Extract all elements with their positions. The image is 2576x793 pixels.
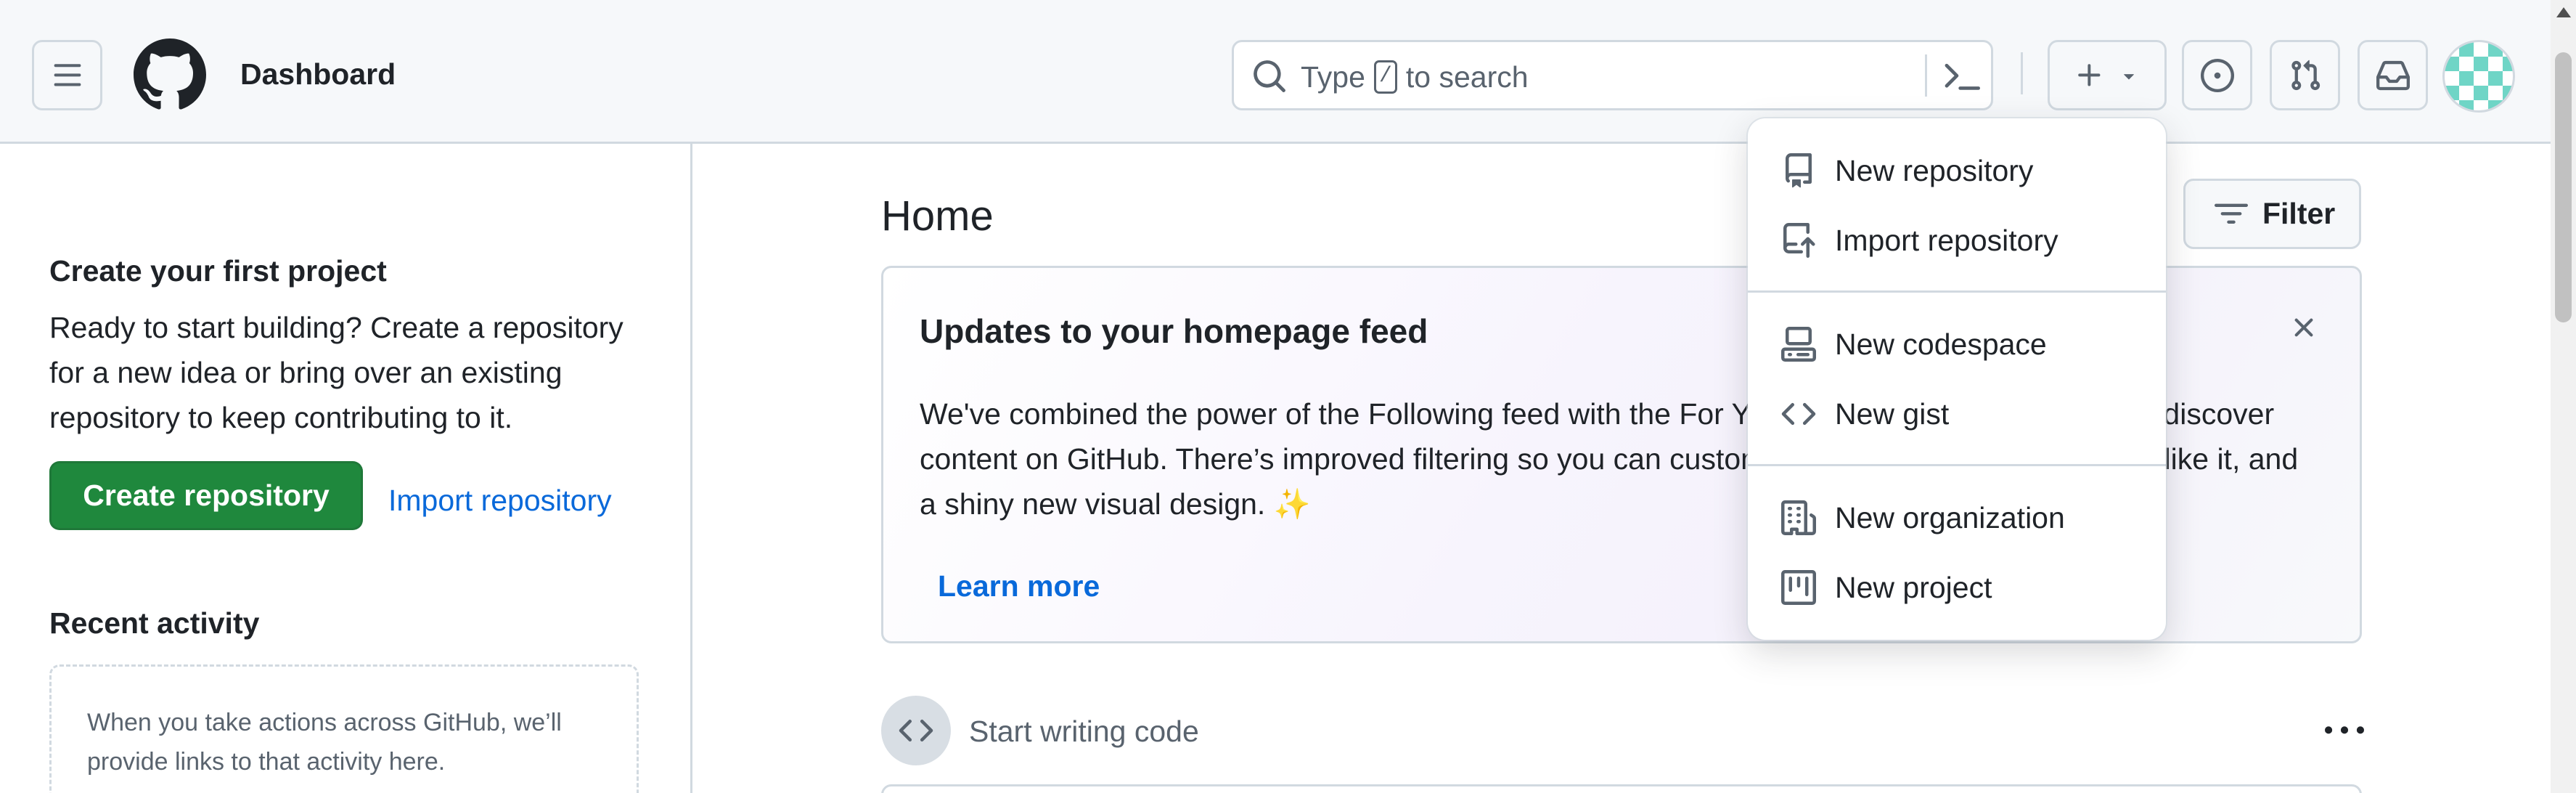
inbox-button[interactable] <box>2358 40 2428 110</box>
create-new-menu: New repository Import repository New cod… <box>1748 118 2166 640</box>
repo-icon <box>1786 153 1812 188</box>
page-scrollbar[interactable] <box>2551 0 2576 793</box>
context-title[interactable]: Dashboard <box>240 57 396 92</box>
menu-item-label: New codespace <box>1835 328 2047 361</box>
start-writing-code-avatar <box>881 696 951 765</box>
plus-icon <box>2078 63 2101 86</box>
create-repository-button[interactable]: Create repository <box>49 461 363 530</box>
menu-item-new-project[interactable]: New project <box>1748 553 2166 622</box>
menu-item-new-repository[interactable]: New repository <box>1748 136 2166 206</box>
codespaces-icon <box>1781 327 1816 362</box>
menu-divider <box>1748 290 2166 293</box>
start-writing-code-label: Start writing code <box>969 715 1199 748</box>
command-palette-icon[interactable] <box>1944 58 1980 94</box>
menu-item-label: New project <box>1835 571 1992 604</box>
recent-activity-box: When you take actions across GitHub, we’… <box>49 664 639 793</box>
organization-icon <box>1781 500 1816 535</box>
scrollbar-thumb[interactable] <box>2555 52 2572 322</box>
menu-item-import-repository[interactable]: Import repository <box>1748 206 2166 275</box>
search-placeholder: Type / to search <box>1301 60 1529 94</box>
project-icon <box>1781 570 1816 605</box>
menu-item-new-gist[interactable]: New gist <box>1748 379 2166 449</box>
issue-opened-icon <box>2200 58 2234 92</box>
create-project-description: Ready to start building? Create a reposi… <box>49 311 623 434</box>
repo-push-icon <box>1783 223 1815 258</box>
search-icon <box>1254 60 1285 92</box>
scroll-up-arrow-icon[interactable] <box>2556 7 2571 17</box>
github-logo-icon[interactable] <box>134 38 206 111</box>
recent-activity-empty-text: When you take actions across GitHub, we’… <box>87 709 562 776</box>
feed-card-title: Updates to your homepage feed <box>920 312 1428 350</box>
menu-item-new-organization[interactable]: New organization <box>1748 483 2166 553</box>
hamburger-icon <box>54 63 81 86</box>
import-repository-link[interactable]: Import repository <box>388 484 612 518</box>
page-title: Home <box>881 192 994 240</box>
issues-button[interactable] <box>2182 40 2252 110</box>
menu-item-new-codespace[interactable]: New codespace <box>1748 309 2166 379</box>
inbox-icon <box>2376 60 2410 90</box>
recent-activity-heading: Recent activity <box>49 606 260 640</box>
search-prefix: Type <box>1301 60 1365 94</box>
menu-item-label: New gist <box>1835 397 1950 431</box>
pull-requests-button[interactable] <box>2270 40 2340 110</box>
create-project-heading: Create your first project <box>49 254 387 288</box>
search-input[interactable]: Type / to search <box>1232 40 1993 110</box>
code-icon <box>899 719 933 742</box>
kebab-horizontal-icon[interactable] <box>2325 712 2364 751</box>
code-icon <box>1781 402 1816 426</box>
filter-label: Filter <box>2262 197 2336 230</box>
triangle-down-icon <box>2124 73 2134 79</box>
filter-icon <box>2215 203 2248 224</box>
menu-item-label: New repository <box>1835 154 2034 187</box>
user-avatar[interactable] <box>2442 40 2515 113</box>
filter-button[interactable]: Filter <box>2183 179 2361 249</box>
global-header: Dashboard Type / to search <box>0 0 2551 144</box>
close-icon[interactable] <box>2288 312 2320 343</box>
search-shortcut-key: / <box>1373 60 1397 94</box>
app-root: Dashboard Type / to search Create your f… <box>0 0 2576 793</box>
create-new-button[interactable] <box>2048 40 2167 110</box>
menu-item-label: New organization <box>1835 501 2065 534</box>
menu-button[interactable] <box>32 40 102 110</box>
search-divider <box>1925 54 1927 97</box>
learn-more-link[interactable]: Learn more <box>938 569 1100 603</box>
header-divider <box>2021 52 2023 94</box>
dashboard-sidebar: Create your first project Ready to start… <box>0 144 692 793</box>
start-writing-code-card <box>881 784 2362 793</box>
search-suffix: to search <box>1405 60 1529 94</box>
menu-divider <box>1748 464 2166 466</box>
git-pull-request-icon <box>2291 60 2320 90</box>
menu-item-label: Import repository <box>1835 224 2058 257</box>
